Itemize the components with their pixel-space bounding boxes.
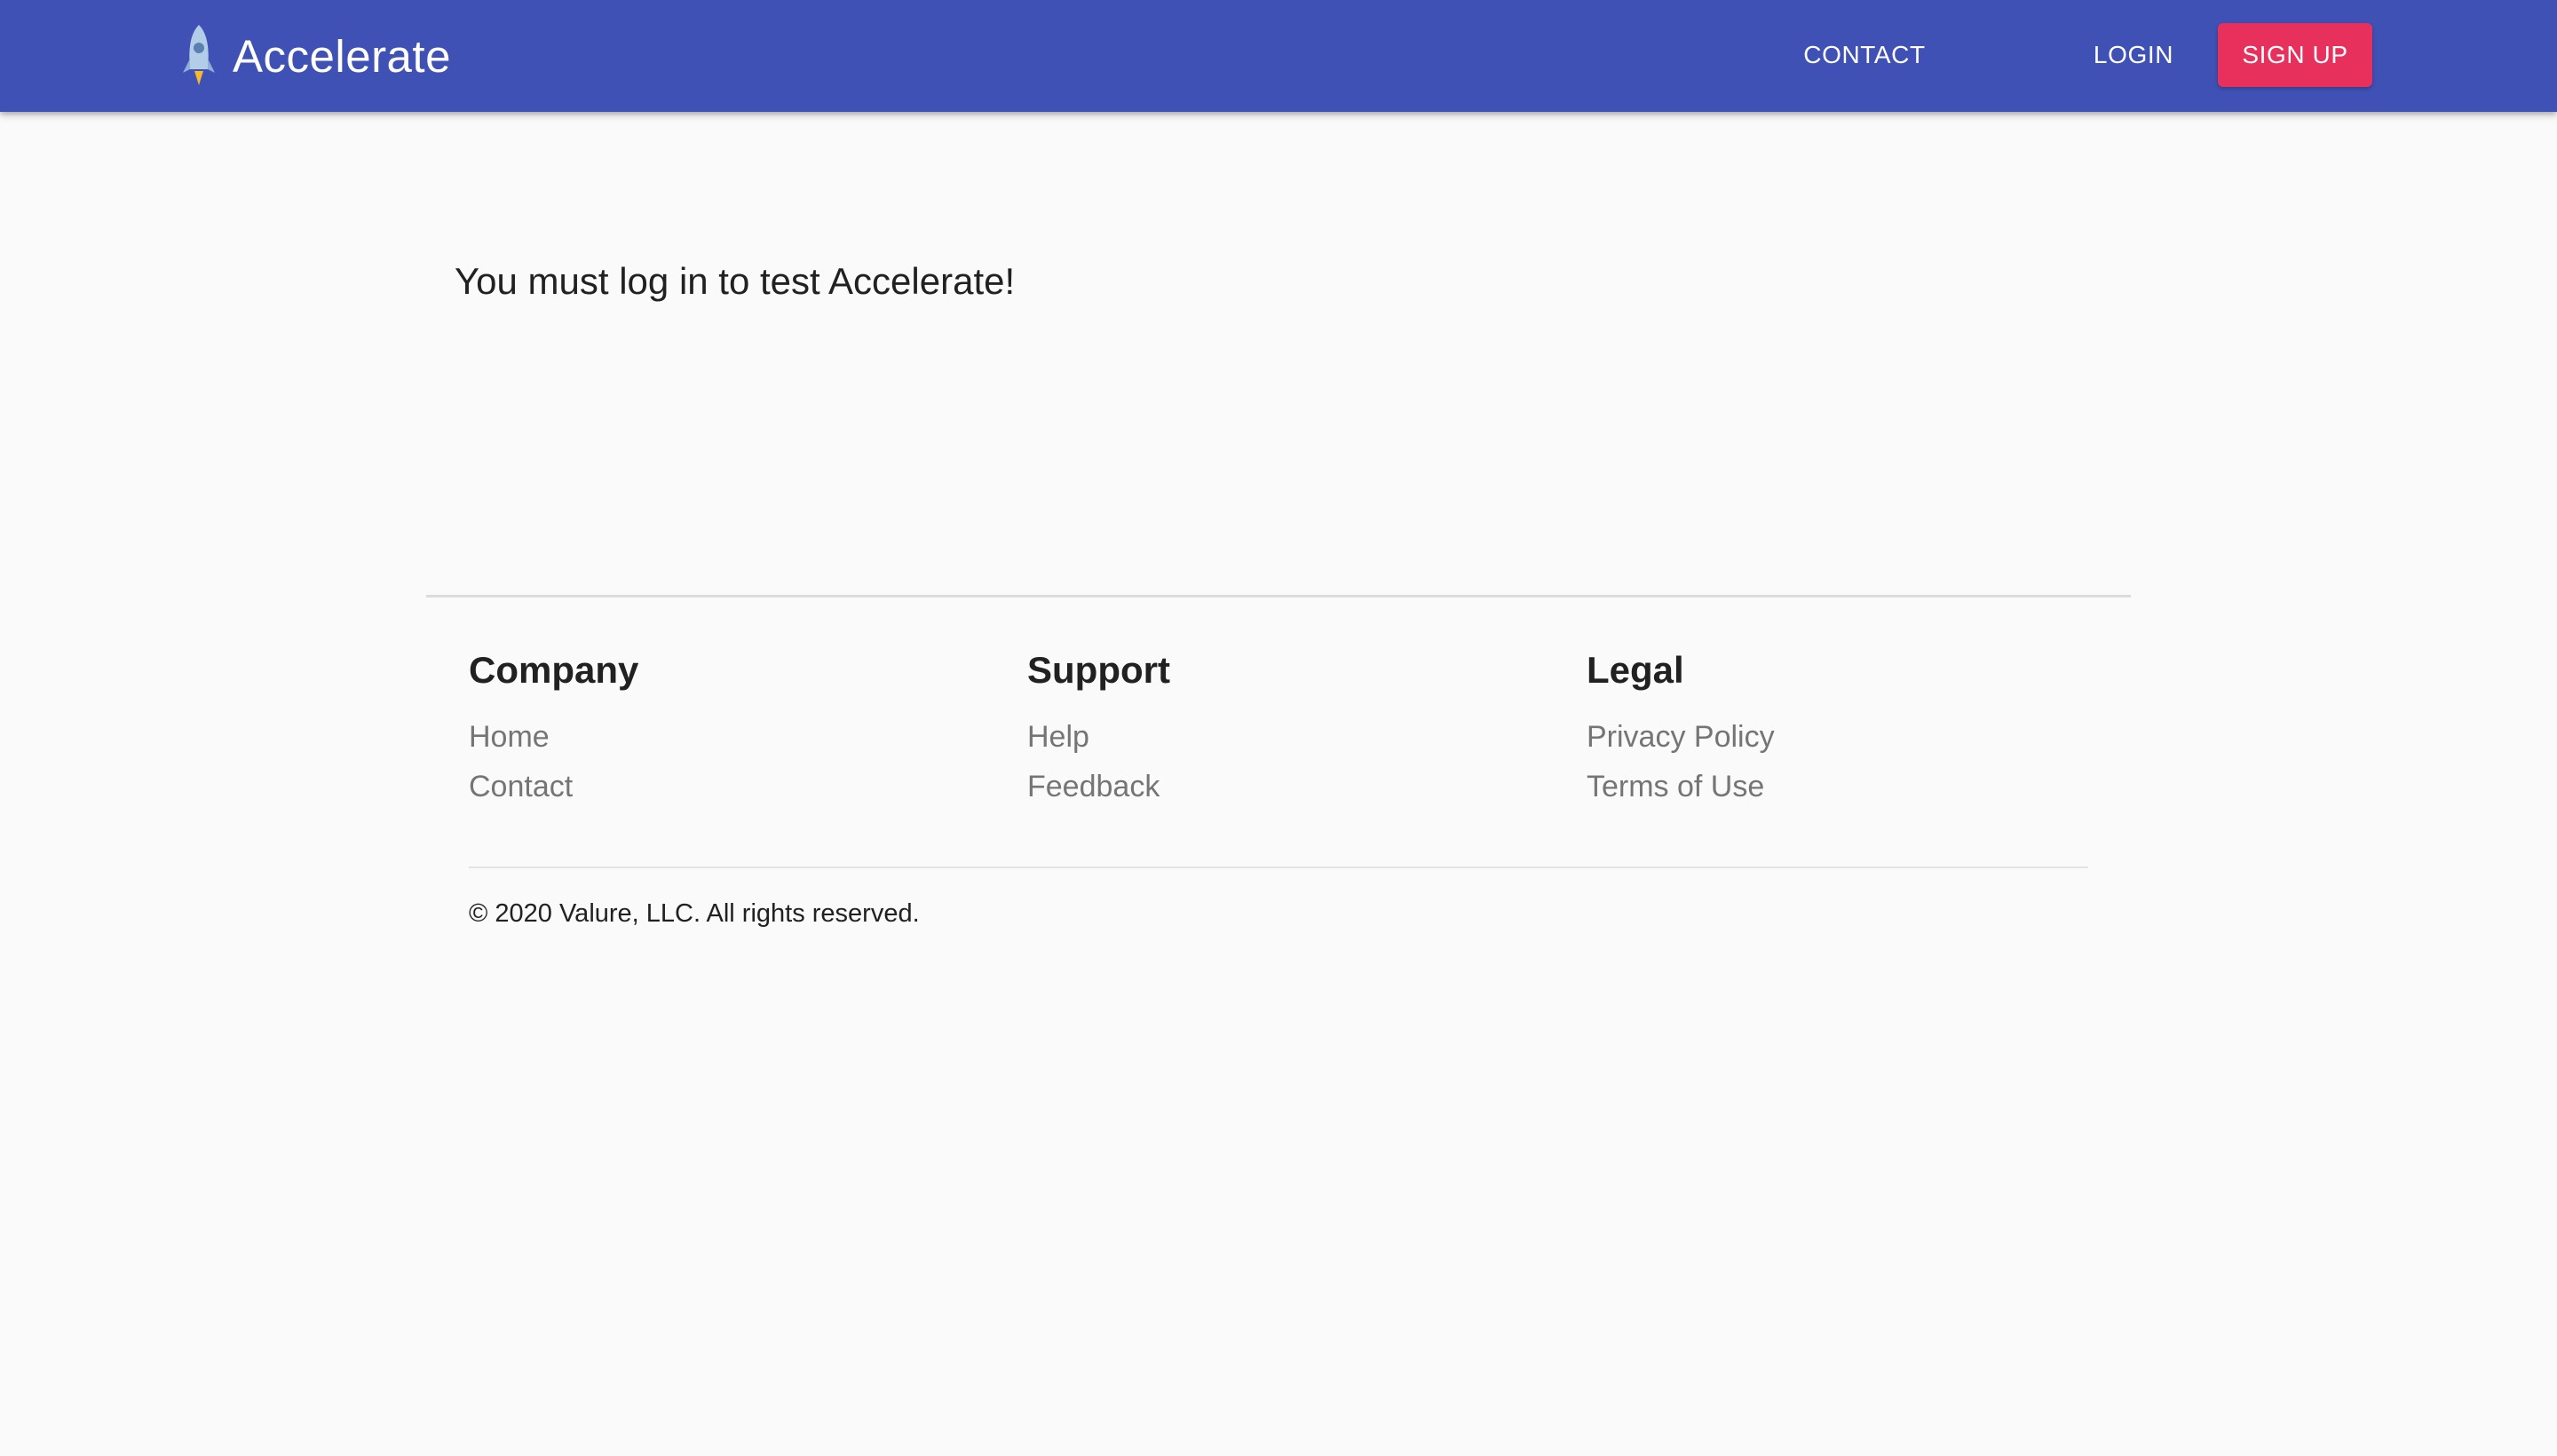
copyright-text: © 2020 Valure, LLC. All rights reserved. (469, 899, 920, 928)
rocket-icon (183, 25, 215, 85)
footer-link-feedback[interactable]: Feedback (1027, 762, 1170, 811)
signup-button[interactable]: SIGN UP (2218, 23, 2372, 87)
login-required-message: You must log in to test Accelerate! (455, 260, 1016, 302)
footer-link-help[interactable]: Help (1027, 712, 1170, 762)
footer-column-support: Support Help Feedback (1027, 648, 1170, 811)
login-button[interactable]: LOGIN (2076, 23, 2191, 87)
footer-link-terms-of-use[interactable]: Terms of Use (1587, 762, 1775, 811)
footer-heading: Legal (1587, 649, 1684, 691)
footer-heading: Company (469, 649, 639, 691)
footer-heading: Support (1027, 649, 1170, 691)
contact-button[interactable]: CONTACT (1785, 23, 1944, 87)
footer-divider (426, 595, 2131, 597)
footer-column-company: Company Home Contact (469, 648, 638, 811)
brand-name: Accelerate (233, 30, 451, 82)
brand-home-link[interactable]: Accelerate (181, 21, 451, 91)
footer-column-legal: Legal Privacy Policy Terms of Use (1587, 648, 1775, 811)
footer-link-home[interactable]: Home (469, 712, 638, 762)
footer-link-contact[interactable]: Contact (469, 762, 638, 811)
app-bar: Accelerate CONTACT LOGIN SIGN UP (0, 0, 2557, 112)
footer-link-privacy-policy[interactable]: Privacy Policy (1587, 712, 1775, 762)
footer-inner-divider (469, 866, 2088, 868)
